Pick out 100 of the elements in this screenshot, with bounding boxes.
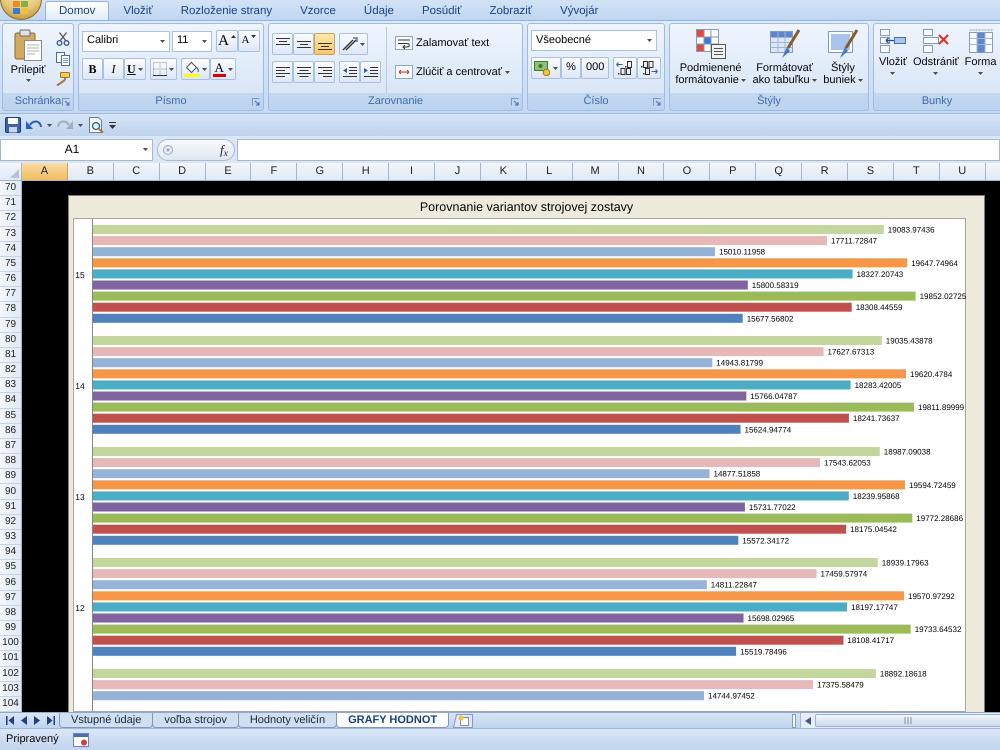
- row-header[interactable]: 89: [0, 469, 21, 484]
- sheet-tab[interactable]: Hodnoty veličín: [238, 713, 338, 728]
- column-header[interactable]: R: [802, 163, 848, 180]
- underline-button[interactable]: U: [124, 58, 146, 80]
- row-header[interactable]: 102: [0, 666, 21, 682]
- next-sheet-icon[interactable]: [34, 716, 40, 725]
- caret-icon[interactable]: [47, 124, 52, 126]
- dialog-launcher-icon[interactable]: [511, 98, 519, 106]
- save-icon[interactable]: [5, 117, 21, 133]
- format-cells-button[interactable]: Forma: [962, 28, 998, 76]
- previous-sheet-icon[interactable]: [21, 716, 27, 725]
- grow-font-button[interactable]: A: [216, 30, 238, 52]
- row-header[interactable]: 81: [0, 348, 21, 364]
- column-header[interactable]: P: [710, 163, 756, 180]
- row-header[interactable]: 92: [0, 514, 21, 530]
- row-header[interactable]: 98: [0, 606, 21, 621]
- row-header[interactable]: 87: [0, 438, 21, 454]
- ribbon-tab[interactable]: Posúdiť: [408, 1, 476, 20]
- row-header[interactable]: 97: [0, 590, 21, 606]
- align-middle-button[interactable]: [293, 33, 314, 55]
- shrink-font-button[interactable]: A: [238, 30, 260, 52]
- split-handle-icon[interactable]: [792, 714, 796, 728]
- row-header[interactable]: 88: [0, 454, 21, 470]
- horizontal-scrollbar[interactable]: [800, 713, 1000, 728]
- scissors-icon[interactable]: [56, 32, 70, 46]
- italic-button[interactable]: I: [103, 58, 124, 80]
- decrease-indent-button[interactable]: [339, 61, 360, 83]
- brush-icon[interactable]: [56, 72, 70, 86]
- font-name-field[interactable]: Calibri: [82, 30, 170, 52]
- font-size-field[interactable]: 11: [172, 30, 212, 52]
- sheet-tab[interactable]: Vstupné údaje: [59, 713, 154, 728]
- row-header[interactable]: 73: [0, 226, 21, 242]
- dialog-launcher-icon[interactable]: [62, 98, 70, 106]
- column-header[interactable]: N: [618, 163, 664, 180]
- insert-cells-button[interactable]: Vložiť: [877, 28, 909, 76]
- row-header[interactable]: 99: [0, 620, 21, 636]
- sheet-tab[interactable]: GRAFY HODNOT: [336, 713, 450, 728]
- row-header[interactable]: 85: [0, 408, 21, 424]
- bold-button[interactable]: B: [82, 58, 103, 80]
- borders-button[interactable]: [150, 58, 177, 80]
- align-left-button[interactable]: [272, 61, 293, 83]
- align-right-button[interactable]: [314, 61, 335, 83]
- format-as-table-button[interactable]: Formátovať ako tabuľku: [750, 28, 819, 87]
- column-header[interactable]: J: [435, 163, 481, 180]
- scrollbar-thumb[interactable]: [815, 714, 1000, 727]
- insert-sheet-icon[interactable]: [453, 714, 474, 728]
- column-header[interactable]: T: [894, 163, 940, 180]
- accounting-format-button[interactable]: [531, 57, 561, 79]
- number-format-field[interactable]: Všeobecné: [531, 30, 657, 51]
- percent-button[interactable]: %: [561, 57, 581, 79]
- row-header[interactable]: 100: [0, 636, 21, 652]
- customize-icon[interactable]: [109, 122, 116, 128]
- column-header[interactable]: F: [251, 163, 298, 180]
- ribbon-tab[interactable]: Vzorce: [286, 1, 350, 20]
- ribbon-tab[interactable]: Vložiť: [109, 1, 167, 20]
- row-header[interactable]: 71: [0, 196, 21, 212]
- column-header[interactable]: O: [664, 163, 710, 180]
- column-header[interactable]: U: [940, 163, 986, 180]
- row-header[interactable]: 90: [0, 484, 21, 500]
- row-header[interactable]: 86: [0, 424, 21, 439]
- first-sheet-icon[interactable]: [6, 716, 14, 725]
- copy-icon[interactable]: [56, 52, 70, 66]
- column-header[interactable]: K: [480, 163, 527, 180]
- row-header[interactable]: 93: [0, 530, 21, 546]
- increase-decimal-button[interactable]: [613, 57, 638, 79]
- last-sheet-icon[interactable]: [47, 716, 55, 725]
- dialog-launcher-icon[interactable]: [653, 98, 661, 106]
- row-header[interactable]: 76: [0, 272, 21, 288]
- column-header[interactable]: E: [206, 163, 252, 180]
- column-header[interactable]: C: [114, 163, 160, 180]
- comma-style-button[interactable]: 000: [581, 57, 610, 79]
- row-header[interactable]: 101: [0, 651, 21, 666]
- column-header[interactable]: I: [389, 163, 436, 180]
- ribbon-tab[interactable]: Údaje: [350, 1, 408, 20]
- sheet-tab[interactable]: voľba strojov: [152, 713, 239, 728]
- merge-center-button[interactable]: Zlúčiť a centrovať: [392, 62, 513, 82]
- column-header[interactable]: D: [160, 163, 206, 180]
- row-header[interactable]: 96: [0, 575, 21, 591]
- ribbon-tab[interactable]: Zobraziť: [475, 1, 546, 20]
- row-header[interactable]: 95: [0, 560, 21, 576]
- align-top-button[interactable]: [272, 33, 293, 55]
- column-header[interactable]: H: [343, 163, 390, 180]
- row-header[interactable]: 91: [0, 500, 21, 515]
- column-header[interactable]: A: [22, 163, 68, 180]
- ribbon-tab[interactable]: Domov: [45, 1, 110, 20]
- column-header[interactable]: L: [526, 163, 573, 180]
- row-header[interactable]: 72: [0, 211, 21, 227]
- formula-input[interactable]: [237, 138, 1000, 160]
- row-header[interactable]: 84: [0, 393, 21, 409]
- row-header[interactable]: 103: [0, 682, 21, 697]
- delete-cells-button[interactable]: Odstrániť: [910, 28, 961, 76]
- name-box[interactable]: A1: [0, 138, 153, 160]
- column-header[interactable]: G: [297, 163, 344, 180]
- ribbon-tab[interactable]: Vývojár: [546, 1, 612, 20]
- resize-handle-icon[interactable]: [163, 144, 173, 154]
- scroll-left-icon[interactable]: [804, 716, 811, 724]
- paste-button[interactable]: Prilepiť: [6, 27, 50, 93]
- row-header[interactable]: 79: [0, 318, 21, 333]
- undo-icon[interactable]: [26, 119, 42, 131]
- row-header[interactable]: 83: [0, 378, 21, 394]
